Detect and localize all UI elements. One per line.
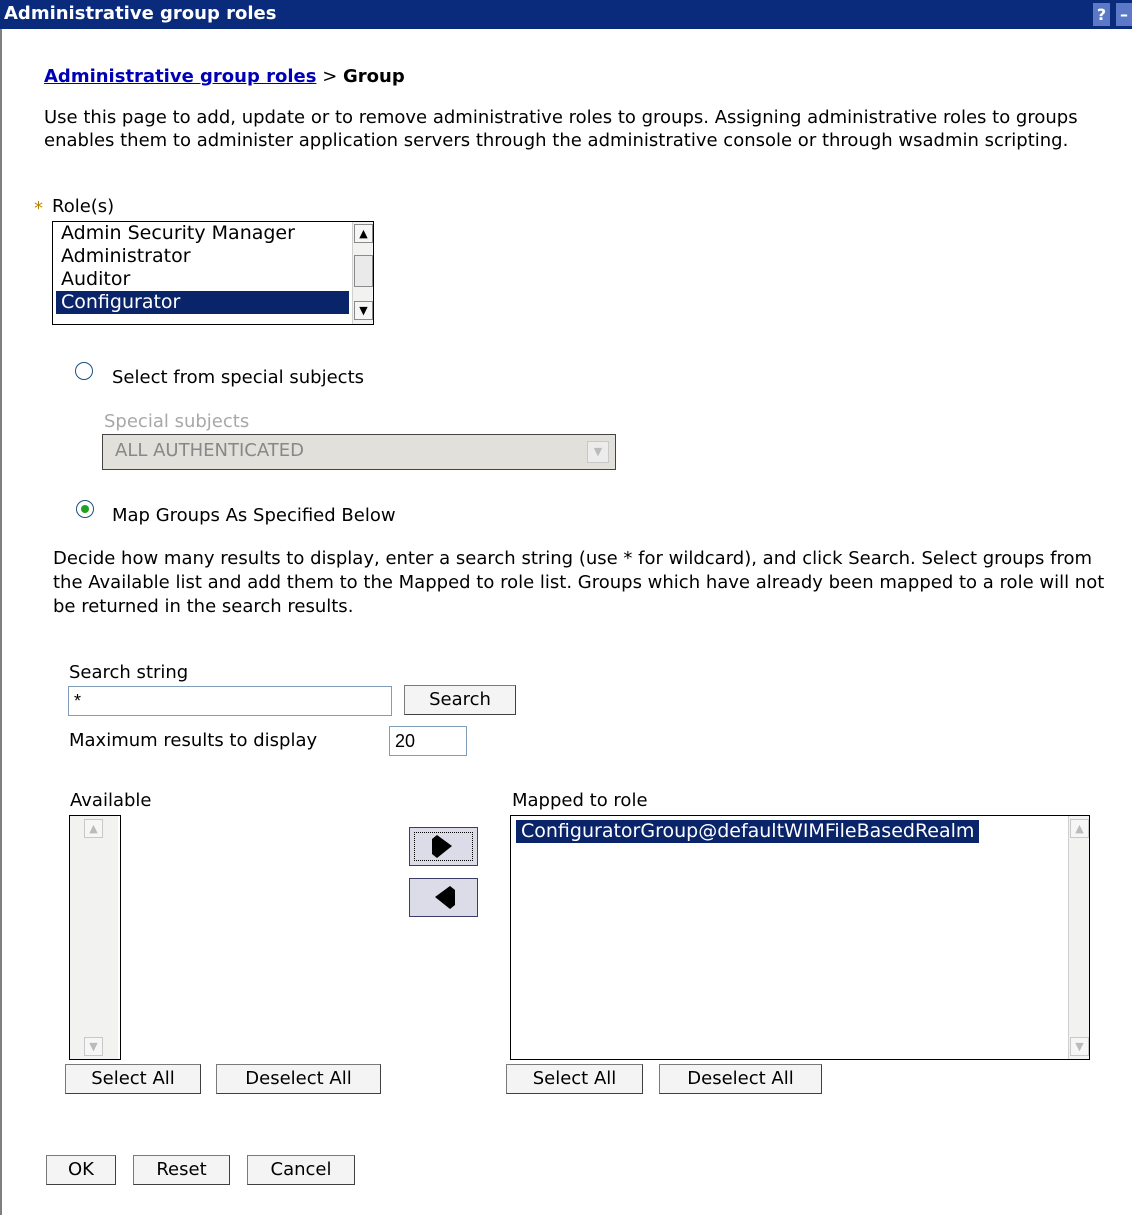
mapped-select-all-button[interactable]: Select All xyxy=(506,1064,643,1094)
add-button[interactable] xyxy=(409,827,478,866)
window-title-bar: Administrative group roles ? – xyxy=(0,0,1132,29)
max-results-input[interactable] xyxy=(389,726,467,756)
breadcrumb-separator: > xyxy=(316,66,344,87)
arrow-left-icon xyxy=(435,886,455,909)
role-item[interactable]: Auditor xyxy=(53,268,373,291)
special-subjects-radio-label: Select from special subjects xyxy=(112,367,365,388)
chevron-down-icon: ▼ xyxy=(587,441,609,463)
required-icon: * xyxy=(34,198,43,219)
breadcrumb-current: Group xyxy=(343,66,405,87)
available-select-all-button[interactable]: Select All xyxy=(65,1064,201,1094)
scroll-thumb[interactable] xyxy=(354,255,373,287)
cancel-button[interactable]: Cancel xyxy=(247,1155,355,1185)
mapped-label: Mapped to role xyxy=(512,790,648,811)
window-left-border xyxy=(0,29,2,1215)
page-description: Use this page to add, update or to remov… xyxy=(44,107,1078,151)
scroll-up-icon[interactable]: ▲ xyxy=(354,224,373,243)
ok-button[interactable]: OK xyxy=(46,1155,116,1185)
role-item[interactable]: Admin Security Manager xyxy=(53,222,373,245)
remove-button[interactable] xyxy=(409,878,478,917)
mapped-scrollbar[interactable]: ▲ ▼ xyxy=(1068,816,1089,1059)
window-title: Administrative group roles xyxy=(4,3,277,24)
special-subjects-radio[interactable] xyxy=(75,362,93,380)
arrow-right-icon xyxy=(432,835,452,858)
available-scrollbar[interactable]: ▲ ▼ xyxy=(70,816,118,1059)
breadcrumb: Administrative group roles > Group xyxy=(44,66,405,87)
role-item[interactable]: Administrator xyxy=(53,245,373,268)
available-label: Available xyxy=(70,790,152,811)
search-label: Search string xyxy=(69,662,189,683)
roles-listbox[interactable]: Admin Security Manager Administrator Aud… xyxy=(52,221,374,325)
roles-scrollbar[interactable]: ▲ ▼ xyxy=(352,222,373,324)
mapped-deselect-all-button[interactable]: Deselect All xyxy=(659,1064,822,1094)
search-button[interactable]: Search xyxy=(404,685,516,715)
available-listbox[interactable]: ▲ ▼ xyxy=(69,815,121,1060)
map-groups-radio-label: Map Groups As Specified Below xyxy=(112,505,396,526)
scroll-down-icon[interactable]: ▼ xyxy=(84,1037,103,1056)
map-groups-radio[interactable] xyxy=(76,500,94,518)
mapped-item-selected[interactable]: ConfiguratorGroup@defaultWIMFileBasedRea… xyxy=(516,820,980,843)
scroll-up-icon[interactable]: ▲ xyxy=(84,819,103,838)
special-subjects-select[interactable]: ALL AUTHENTICATED ▼ xyxy=(102,434,616,470)
breadcrumb-link[interactable]: Administrative group roles xyxy=(44,66,316,87)
minimize-icon[interactable]: – xyxy=(1116,3,1132,26)
scroll-up-icon[interactable]: ▲ xyxy=(1070,819,1089,838)
scroll-down-icon[interactable]: ▼ xyxy=(354,301,373,320)
mapped-listbox[interactable]: ConfiguratorGroup@defaultWIMFileBasedRea… xyxy=(510,815,1090,1060)
special-subjects-value: ALL AUTHENTICATED xyxy=(115,440,304,461)
search-input[interactable] xyxy=(68,686,392,716)
map-groups-instructions: Decide how many results to display, ente… xyxy=(53,548,1105,617)
special-subjects-label: Special subjects xyxy=(104,411,250,432)
available-deselect-all-button[interactable]: Deselect All xyxy=(216,1064,381,1094)
roles-label: Role(s) xyxy=(52,196,115,217)
reset-button[interactable]: Reset xyxy=(133,1155,230,1185)
max-results-label: Maximum results to display xyxy=(69,730,318,751)
scroll-down-icon[interactable]: ▼ xyxy=(1070,1037,1089,1056)
help-icon[interactable]: ? xyxy=(1093,3,1110,26)
role-item-selected[interactable]: Configurator xyxy=(56,291,349,314)
